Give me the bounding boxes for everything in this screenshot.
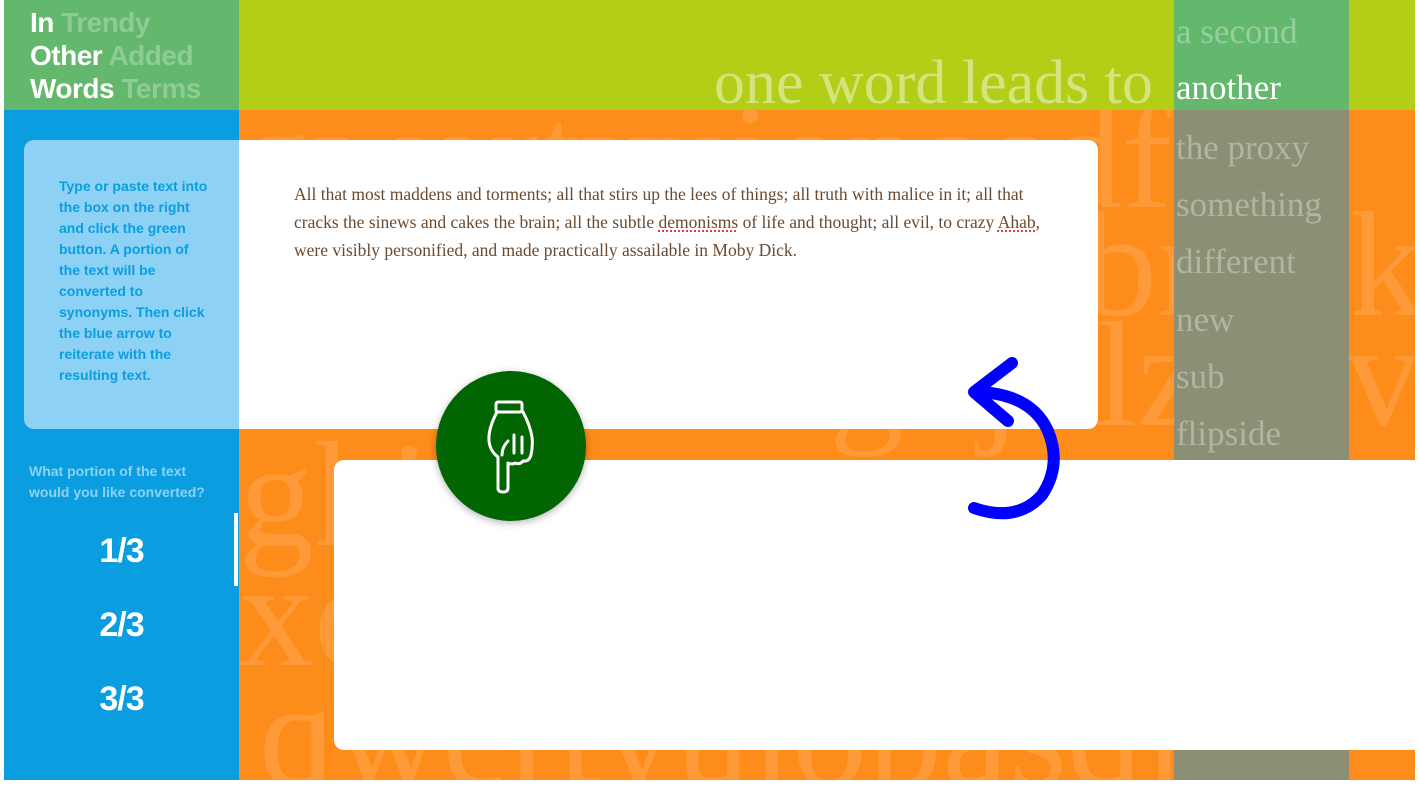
- synonym-word: new: [1176, 300, 1235, 339]
- synonym-word: flipside: [1176, 414, 1281, 453]
- synonym-word: a second: [1176, 12, 1298, 51]
- selected-portion-indicator: [234, 513, 238, 586]
- logo-word: In: [30, 7, 54, 38]
- portion-question: What portion of the text would you like …: [29, 463, 205, 500]
- logo-word-faint: Trendy: [61, 7, 150, 38]
- tagline: one word leads to: [713, 49, 1153, 117]
- curved-arrow-back-icon: [968, 357, 1060, 520]
- reiterate-button[interactable]: [962, 355, 1072, 525]
- instructions-text: Type or paste text into the box on the r…: [59, 178, 208, 383]
- logo-word-faint: Added: [108, 40, 194, 71]
- synonym-column-upper: the proxy something different new sub fl…: [1174, 110, 1349, 460]
- input-text-content[interactable]: All that most maddens and torments; all …: [294, 180, 1054, 264]
- input-text-fragment: of life and thought; all evil, to crazy: [738, 212, 998, 232]
- synonym-word: sub: [1176, 357, 1225, 396]
- logo-word: Words: [30, 73, 115, 104]
- synonym-word: the proxy: [1176, 128, 1310, 167]
- logo-word: Other: [30, 40, 103, 71]
- pointing-hand-down-icon: [487, 400, 534, 494]
- header-banner-end: [1349, 0, 1415, 110]
- synonym-word: something: [1176, 185, 1322, 224]
- logo-word-faint: Terms: [121, 73, 201, 104]
- misspelled-word: Ahab: [997, 212, 1036, 232]
- portion-option-two-thirds[interactable]: 2/3: [4, 606, 239, 645]
- portion-option-one-third[interactable]: 1/3: [4, 532, 239, 571]
- convert-button[interactable]: [436, 371, 586, 521]
- synonym-word: different: [1176, 242, 1296, 281]
- misspelled-word: demonisms: [658, 212, 739, 232]
- app-logo: In Trendy Other Added Words Terms: [30, 6, 201, 105]
- portion-option-all[interactable]: 3/3: [4, 680, 239, 719]
- tagline-highlight: another: [1176, 68, 1281, 107]
